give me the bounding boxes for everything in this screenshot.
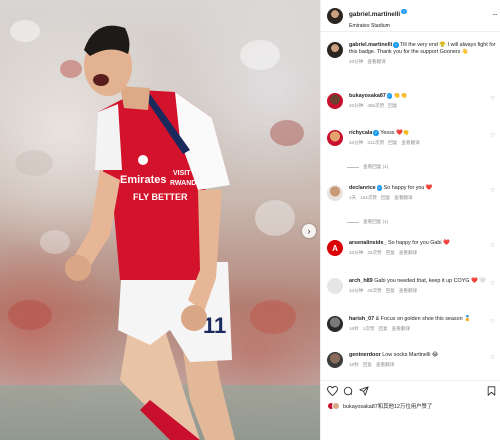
view-replies-link[interactable]: 查看回复 (1) (347, 164, 388, 170)
comment-item: A arsenalinside_ So happy for you Gabi ❤… (327, 240, 497, 256)
reply-link[interactable]: 回复 (386, 288, 395, 293)
translate-link[interactable]: 查看翻译 (401, 140, 419, 145)
action-bar (321, 380, 500, 396)
reply-link[interactable]: 回复 (388, 103, 397, 108)
reply-link[interactable]: 回复 (378, 326, 387, 331)
comment-text: & Focus on golden shoe this season 🏅 (375, 316, 471, 322)
avatar (332, 402, 340, 410)
heart-icon[interactable] (327, 386, 338, 396)
bookmark-icon[interactable] (487, 386, 496, 396)
svg-text:RWANDA: RWANDA (170, 180, 201, 187)
heart-icon[interactable]: ♡ (490, 355, 495, 361)
reply-link[interactable]: 回复 (386, 250, 395, 255)
heart-icon[interactable]: ♡ (490, 133, 495, 139)
comment-item: harish_07 & Focus on golden shoe this se… (327, 316, 497, 332)
comment-likes[interactable]: 1次赞 (363, 326, 375, 331)
comment-item: arch_h89 Gabi you needed that, keep it u… (327, 278, 497, 294)
avatar[interactable] (327, 352, 343, 368)
svg-text:FLY BETTER: FLY BETTER (133, 192, 188, 202)
comment-text: Yesss ❤️👏 (380, 130, 410, 137)
verified-icon: ✓ (393, 42, 399, 48)
translate-link[interactable]: 查看翻译 (399, 250, 417, 255)
verified-icon: ✓ (373, 130, 379, 136)
avatar[interactable]: A (327, 240, 343, 256)
comment-time: 16秒 (349, 326, 359, 331)
heart-icon[interactable]: ♡ (490, 188, 495, 194)
translate-link[interactable]: 查看翻译 (394, 195, 412, 200)
translate-link[interactable]: 查看翻译 (376, 362, 394, 367)
comment-item: declanrice ✓ So happy for you ❤️ 1天 154次赞回… (327, 185, 497, 201)
comment-text: So happy for you Gabi ❤️ (387, 240, 450, 246)
svg-text:Emirates: Emirates (120, 174, 166, 186)
comment-username[interactable]: gabriel.martinelli (349, 42, 392, 48)
heart-icon[interactable]: ♡ (490, 96, 495, 102)
avatar[interactable] (327, 7, 343, 24)
comment-likes[interactable]: 43次赞 (367, 288, 381, 293)
author-username[interactable]: gabriel.martinelli (349, 11, 400, 18)
post-photo: 11 Emirates FLY BETTER VISIT RWANDA › (0, 0, 320, 440)
verified-icon: ✓ (386, 93, 393, 99)
heart-icon[interactable]: ♡ (490, 319, 495, 325)
avatar[interactable] (327, 278, 343, 294)
reply-link[interactable]: 回复 (388, 140, 397, 145)
reply-link[interactable]: 回复 (381, 195, 390, 200)
avatar[interactable] (327, 93, 343, 109)
verified-icon: ✓ (401, 8, 407, 15)
comment-list: gabriel.martinelli ✓ Till the very end 😤 … (321, 38, 500, 378)
comment-username[interactable]: harish_07 (349, 316, 374, 322)
comment-text: 👏👏 (393, 93, 408, 100)
reply-link[interactable]: 回复 (363, 362, 372, 367)
comment-time: 1天 (349, 195, 357, 201)
comment-time: 33分钟 (349, 250, 364, 255)
avatar[interactable] (327, 185, 343, 201)
avatar[interactable] (327, 130, 343, 146)
chevron-right-icon[interactable]: › (302, 224, 316, 238)
post-side-panel: gabriel.martinelli ✓ Emirates Stadium ···… (320, 0, 500, 440)
comment-time: 33分钟 (349, 288, 364, 293)
view-replies-link[interactable]: 查看回复 (1) (347, 219, 388, 225)
comment-time: 33分钟 (349, 140, 364, 146)
comment-username[interactable]: gentnerdoor (349, 352, 381, 358)
verified-icon: ✓ (376, 185, 383, 191)
translate-link[interactable]: 查看翻译 (392, 326, 410, 331)
comment-item: gentnerdoor Low socks Martinelli 😂 18秒 回复… (327, 352, 497, 368)
post-header: gabriel.martinelli ✓ Emirates Stadium ··· (321, 0, 500, 32)
comment-username[interactable]: richycala (349, 130, 372, 136)
comment-likes[interactable]: 154次赞 (360, 195, 377, 200)
comment-likes[interactable]: 468次赞 (367, 103, 384, 108)
heart-icon[interactable]: ♡ (490, 281, 495, 287)
location-label[interactable]: Emirates Stadium (349, 23, 407, 29)
likes-text: bukayosaka87和其他12万位用户赞了 (343, 404, 433, 410)
comment-item: bukayosaka87 ✓ 👏👏 32分钟 468次赞 回复 ♡ (327, 93, 497, 109)
comment-username[interactable]: declanrice (349, 185, 376, 191)
likes-summary[interactable]: bukayosaka87和其他12万位用户赞了 (327, 402, 432, 410)
avatar[interactable] (327, 42, 343, 58)
translate-link[interactable]: 查看翻译 (399, 288, 417, 293)
comment-username[interactable]: arsenalinside_ (349, 240, 386, 246)
comment-likes[interactable]: 312次赞 (367, 140, 384, 145)
translate-link[interactable]: 查看翻译 (367, 59, 385, 64)
comment-item: richycala ✓ Yesss ❤️👏 33分钟 312次赞 回复 查看翻译 ♡ (327, 130, 497, 146)
caption-item: gabriel.martinelli ✓ Till the very end 😤 … (327, 42, 497, 65)
comment-likes[interactable]: 43次赞 (367, 250, 381, 255)
svg-text:VISIT: VISIT (173, 170, 191, 177)
comment-time: 33分钟 (349, 59, 364, 65)
comment-username[interactable]: arch_h89 (349, 278, 373, 284)
comment-time: 18秒 (349, 362, 359, 367)
comment-icon[interactable] (343, 386, 353, 396)
heart-icon[interactable]: ♡ (490, 243, 495, 249)
avatar[interactable] (327, 316, 343, 332)
share-icon[interactable] (359, 386, 369, 396)
comment-text: Gabi you needed that, keep it up COYG ❤️… (374, 278, 486, 284)
comment-time: 32分钟 (349, 103, 364, 109)
comment-text: So happy for you ❤️ (383, 185, 433, 192)
comment-text: Low socks Martinelli 😂 (382, 352, 439, 358)
comment-username[interactable]: bukayosaka87 (349, 93, 386, 99)
player-figure: 11 Emirates FLY BETTER VISIT RWANDA (65, 25, 235, 440)
more-icon[interactable]: ··· (492, 10, 498, 19)
